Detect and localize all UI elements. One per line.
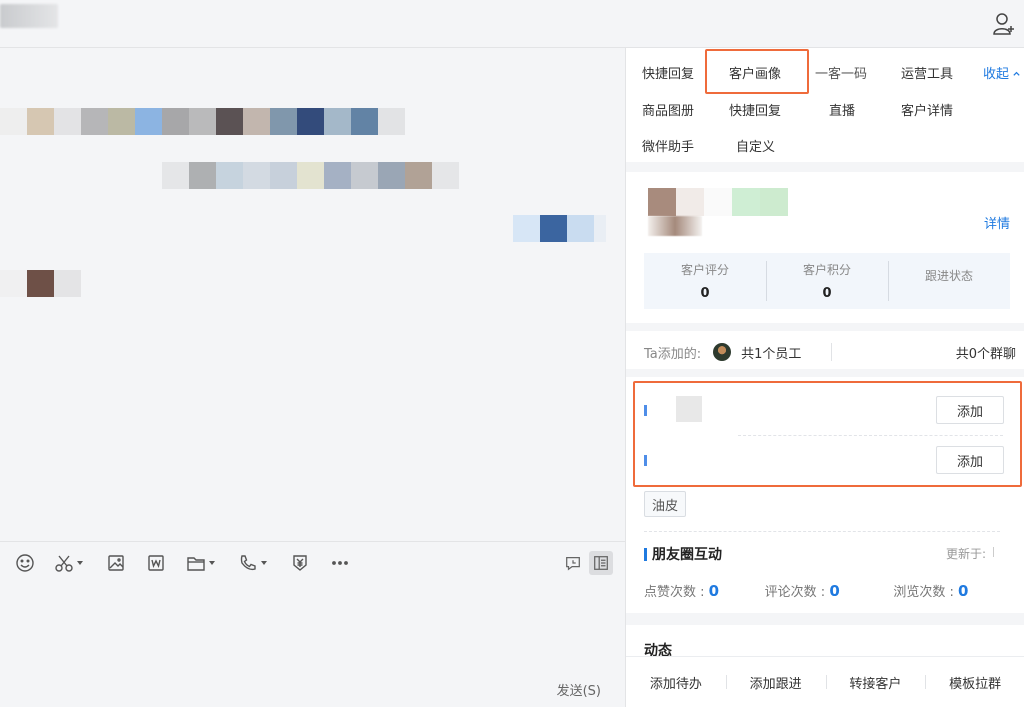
employee-count[interactable]: 共1个员工 bbox=[741, 343, 801, 362]
like-count: 点赞次数 : 0 bbox=[644, 581, 755, 600]
stat-points: 客户积分 0 bbox=[766, 253, 888, 309]
section-divider bbox=[626, 162, 1024, 172]
count-label: 评论次数 : bbox=[764, 585, 830, 600]
stat-label: 跟进状态 bbox=[924, 268, 973, 283]
send-button[interactable]: 发送(S) bbox=[557, 680, 601, 699]
title-bar bbox=[644, 547, 647, 561]
tab-quick-reply[interactable]: 快捷回复 bbox=[642, 63, 694, 82]
section-divider bbox=[626, 323, 1024, 331]
chevron-up-icon bbox=[1013, 71, 1020, 76]
section-divider bbox=[626, 613, 1024, 625]
tab-one-customer-one-code[interactable]: 一客一码 bbox=[815, 63, 867, 82]
tab-operation-tools[interactable]: 运营工具 bbox=[901, 63, 953, 82]
tab-product-album[interactable]: 商品图册 bbox=[642, 100, 694, 119]
avatar bbox=[713, 343, 732, 361]
sidebar-toggle-icon[interactable] bbox=[589, 551, 613, 575]
message-input[interactable]: 发送(S) bbox=[0, 583, 625, 707]
highlight-box-tab bbox=[705, 49, 809, 94]
stat-label: 客户评分 bbox=[680, 263, 729, 277]
panel-footer: 添加待办 添加跟进 转接客户 模板拉群 bbox=[626, 656, 1024, 707]
customer-name-blurred bbox=[648, 188, 788, 216]
message-bubble-blurred bbox=[513, 215, 606, 242]
add-todo-button[interactable]: 添加待办 bbox=[626, 673, 726, 692]
customer-stats: 客户评分 0 客户积分 0 跟进状态 bbox=[644, 253, 1010, 309]
word-doc-icon[interactable] bbox=[146, 552, 166, 574]
chevron-down-icon bbox=[209, 561, 215, 565]
count-value: 0 bbox=[829, 582, 840, 600]
phone-icon[interactable] bbox=[238, 552, 267, 574]
tab-customer-details[interactable]: 客户详情 bbox=[901, 100, 953, 119]
group-chat-count[interactable]: 共0个群聊 bbox=[956, 343, 1016, 362]
customer-info-blurred bbox=[648, 216, 702, 236]
composer-toolbar bbox=[0, 541, 625, 583]
stat-label: 客户积分 bbox=[802, 263, 851, 277]
added-by-label: Ta添加的: bbox=[644, 346, 702, 362]
add-followup-button[interactable]: 添加跟进 bbox=[725, 673, 826, 692]
highlight-box-list bbox=[633, 381, 1022, 487]
count-value: 0 bbox=[958, 582, 969, 600]
updated-at-value bbox=[993, 547, 994, 557]
tab-live-stream[interactable]: 直播 bbox=[829, 100, 855, 119]
section-divider bbox=[626, 369, 1024, 377]
add-user-icon[interactable] bbox=[992, 12, 1016, 36]
moments-counts: 点赞次数 : 0 评论次数 : 0 浏览次数 : 0 bbox=[644, 581, 1004, 600]
view-count: 浏览次数 : 0 bbox=[875, 581, 1004, 600]
stat-value: 0 bbox=[700, 286, 710, 301]
updated-at-label: 更新于: bbox=[945, 547, 986, 561]
count-value: 0 bbox=[708, 582, 720, 600]
added-by-row: Ta添加的: 共1个员工 共0个群聊 bbox=[644, 341, 1016, 363]
stat-value: 0 bbox=[822, 286, 832, 301]
moments-title-text: 朋友圈互动 bbox=[652, 547, 722, 563]
stat-score: 客户评分 0 bbox=[644, 253, 766, 309]
count-label: 点赞次数 : bbox=[644, 585, 709, 600]
stat-follow-status[interactable]: 跟进状态 bbox=[888, 253, 1010, 309]
tab-weiban-assistant[interactable]: 微伴助手 bbox=[642, 136, 694, 155]
more-icon[interactable] bbox=[330, 552, 350, 574]
customer-side-panel: 快捷回复 客户画像 一客一码 运营工具 收起 商品图册 快捷回复 直播 客户详情… bbox=[625, 48, 1024, 707]
collapse-label: 收起 bbox=[983, 67, 1010, 82]
divider bbox=[831, 343, 833, 361]
transfer-customer-button[interactable]: 转接客户 bbox=[825, 673, 926, 692]
tab-quick-reply-2[interactable]: 快捷回复 bbox=[729, 100, 781, 119]
tab-custom[interactable]: 自定义 bbox=[736, 136, 775, 155]
chevron-down-icon bbox=[261, 561, 267, 565]
divider bbox=[644, 531, 1000, 532]
message-bubble-blurred bbox=[0, 108, 405, 135]
customer-detail-link[interactable]: 详情 bbox=[984, 213, 1010, 232]
top-bar bbox=[0, 0, 1024, 48]
message-bubble-blurred bbox=[162, 162, 459, 189]
emoji-icon[interactable] bbox=[15, 552, 35, 574]
message-bubble-blurred bbox=[0, 270, 81, 297]
chat-history-icon[interactable] bbox=[561, 551, 585, 575]
folder-icon[interactable] bbox=[186, 552, 215, 574]
chevron-down-icon bbox=[77, 561, 83, 565]
template-group-button[interactable]: 模板拉群 bbox=[925, 673, 1024, 692]
comment-count: 评论次数 : 0 bbox=[755, 581, 876, 600]
chat-message-area[interactable] bbox=[0, 48, 625, 541]
collapse-tabs-button[interactable]: 收起 bbox=[983, 63, 1021, 82]
count-label: 浏览次数 : bbox=[893, 585, 958, 600]
contact-name-blurred bbox=[0, 4, 58, 28]
payment-yuan-icon[interactable] bbox=[290, 552, 310, 574]
screenshot-scissors-icon[interactable] bbox=[54, 552, 83, 574]
moments-interaction-title: 朋友圈互动 bbox=[644, 544, 722, 564]
image-icon[interactable] bbox=[106, 552, 126, 574]
customer-tag[interactable]: 油皮 bbox=[644, 491, 687, 517]
